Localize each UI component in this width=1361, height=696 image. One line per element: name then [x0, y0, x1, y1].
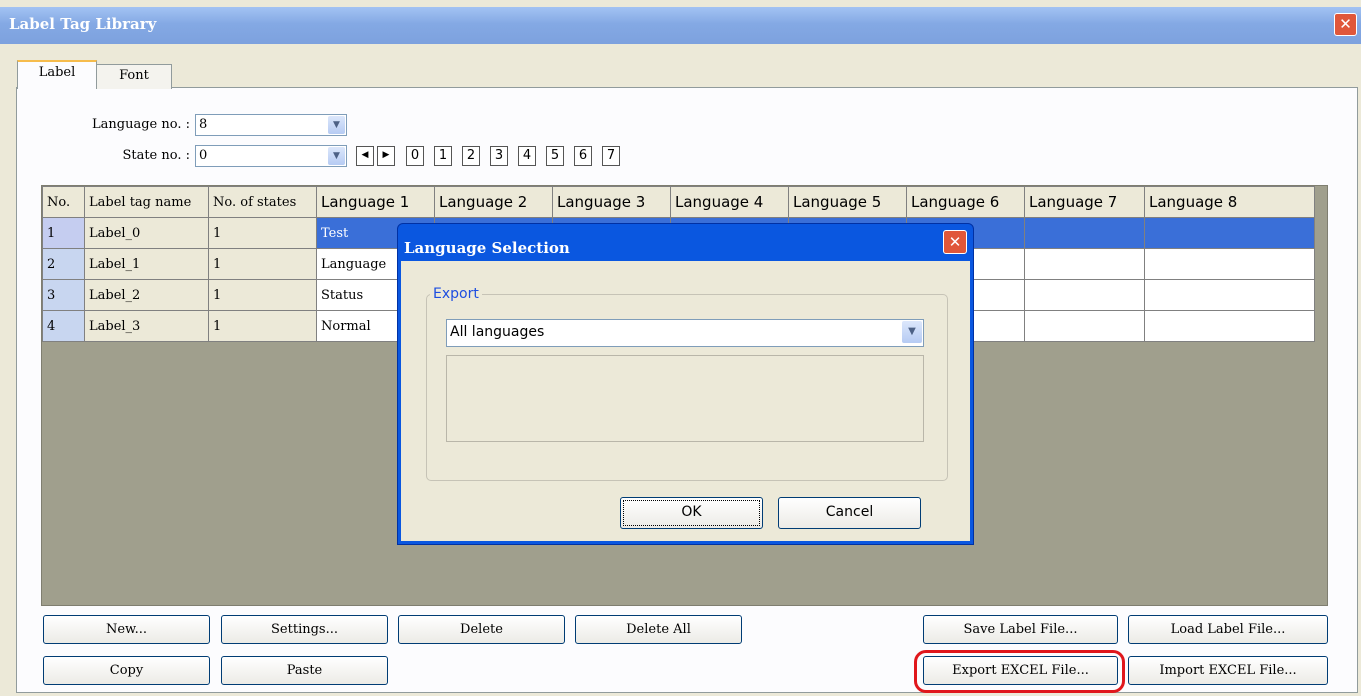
state-button-2[interactable]: 2	[462, 146, 480, 166]
ok-button[interactable]: OK	[620, 497, 763, 529]
column-header[interactable]: Language 2	[434, 186, 553, 218]
title-bar: Label Tag Library ✕	[0, 7, 1361, 44]
column-header[interactable]: No. of states	[208, 186, 317, 218]
export-group-label: Export	[430, 286, 482, 302]
window-title: Label Tag Library	[9, 15, 157, 33]
row-number[interactable]: 1	[42, 217, 85, 249]
column-header[interactable]: Language 6	[906, 186, 1025, 218]
dialog-title: Language Selection	[404, 239, 570, 257]
language-export-select[interactable]: All languages ▼	[446, 319, 924, 347]
label-tag-name-cell[interactable]: Label_3	[84, 310, 209, 342]
language-cell[interactable]	[1024, 248, 1145, 280]
column-header[interactable]: Language 8	[1144, 186, 1315, 218]
language-export-value: All languages	[450, 324, 545, 340]
delete-all-button[interactable]: Delete All	[575, 615, 742, 644]
cancel-button[interactable]: Cancel	[778, 497, 921, 529]
language-cell[interactable]	[1144, 217, 1315, 249]
language-no-label: Language no. :	[92, 117, 190, 132]
state-button-0[interactable]: 0	[406, 146, 424, 166]
state-button-1[interactable]: 1	[434, 146, 452, 166]
load-label-file-button[interactable]: Load Label File...	[1128, 615, 1328, 644]
paste-button[interactable]: Paste	[221, 656, 388, 685]
chevron-down-icon[interactable]: ▼	[328, 116, 345, 134]
no-of-states-cell[interactable]: 1	[208, 310, 317, 342]
no-of-states-cell[interactable]: 1	[208, 279, 317, 311]
settings-button[interactable]: Settings...	[221, 615, 388, 644]
state-button-3[interactable]: 3	[490, 146, 508, 166]
column-header[interactable]: Label tag name	[84, 186, 209, 218]
no-of-states-cell[interactable]: 1	[208, 248, 317, 280]
chevron-down-icon[interactable]: ▼	[328, 147, 345, 165]
state-button-7[interactable]: 7	[602, 146, 620, 166]
state-button-5[interactable]: 5	[546, 146, 564, 166]
close-icon[interactable]: ✕	[1334, 13, 1357, 36]
label-tag-name-cell[interactable]: Label_0	[84, 217, 209, 249]
delete-button[interactable]: Delete	[398, 615, 565, 644]
state-no-label: State no. :	[122, 148, 190, 163]
no-of-states-cell[interactable]: 1	[208, 217, 317, 249]
row-number[interactable]: 4	[42, 310, 85, 342]
language-cell[interactable]	[1144, 310, 1315, 342]
close-icon[interactable]: ✕	[943, 230, 967, 254]
table-header-row: No. Label tag name No. of states Languag…	[42, 186, 1315, 218]
tab-label[interactable]: Label	[17, 60, 97, 89]
save-label-file-button[interactable]: Save Label File...	[923, 615, 1118, 644]
language-list-box[interactable]	[446, 355, 924, 442]
export-highlight-ring	[914, 650, 1125, 693]
state-no-select[interactable]: 0 ▼	[195, 145, 347, 167]
row-number[interactable]: 3	[42, 279, 85, 311]
language-no-value: 8	[199, 117, 208, 132]
dialog-body: Export All languages ▼ OK Cancel	[401, 261, 970, 541]
prev-state-icon[interactable]: ◀	[356, 146, 374, 166]
label-tag-name-cell[interactable]: Label_2	[84, 279, 209, 311]
column-header[interactable]: Language 5	[788, 186, 907, 218]
column-header[interactable]: No.	[42, 186, 85, 218]
language-no-select[interactable]: 8 ▼	[195, 114, 347, 136]
copy-button[interactable]: Copy	[43, 656, 210, 685]
state-button-6[interactable]: 6	[574, 146, 592, 166]
import-excel-file-button[interactable]: Import EXCEL File...	[1128, 656, 1328, 685]
label-tag-name-cell[interactable]: Label_1	[84, 248, 209, 280]
language-cell[interactable]	[1024, 279, 1145, 311]
column-header[interactable]: Language 1	[316, 186, 435, 218]
row-number[interactable]: 2	[42, 248, 85, 280]
new-button[interactable]: New...	[43, 615, 210, 644]
language-cell[interactable]	[1144, 279, 1315, 311]
next-state-icon[interactable]: ▶	[377, 146, 395, 166]
chevron-down-icon[interactable]: ▼	[902, 321, 922, 343]
language-cell[interactable]	[1144, 248, 1315, 280]
tab-font[interactable]: Font	[96, 64, 172, 89]
column-header[interactable]: Language 4	[670, 186, 789, 218]
column-header[interactable]: Language 3	[552, 186, 671, 218]
state-button-4[interactable]: 4	[518, 146, 536, 166]
language-cell[interactable]	[1024, 217, 1145, 249]
language-cell[interactable]	[1024, 310, 1145, 342]
state-no-value: 0	[199, 148, 208, 163]
column-header[interactable]: Language 7	[1024, 186, 1145, 218]
language-selection-dialog: Language Selection ✕ Export All language…	[397, 223, 974, 545]
